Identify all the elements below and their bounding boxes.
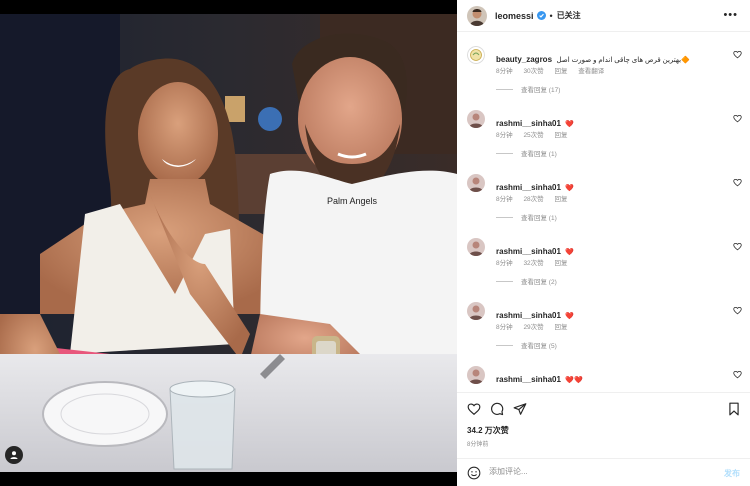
avatar[interactable]	[467, 5, 487, 26]
comment-avatar[interactable]	[467, 174, 485, 192]
comment-username[interactable]: rashmi__sinha01	[496, 375, 561, 384]
comment-time: 8分钟	[496, 324, 513, 331]
reply-line-divider	[496, 152, 513, 154]
add-comment-bar: 发布	[457, 458, 750, 486]
user-icon	[10, 451, 18, 459]
view-replies[interactable]: 查看回复 (1)	[496, 148, 557, 158]
comment-avatar[interactable]	[467, 46, 485, 64]
view-replies-label[interactable]: 查看回复 (1)	[521, 148, 557, 158]
reply-button[interactable]: 回复	[554, 132, 567, 139]
likes-count[interactable]: 34.2 万次赞	[467, 425, 509, 436]
reply-line-divider	[496, 88, 513, 90]
post-comment-button[interactable]: 发布	[724, 468, 740, 479]
view-replies[interactable]: 查看回复 (1)	[496, 212, 557, 222]
comment-text: ❤️	[565, 121, 575, 128]
comment-meta: 8分钟 25次赞 回复	[496, 129, 576, 139]
emoji-icon[interactable]	[467, 466, 481, 480]
comment-time: 8分钟	[496, 68, 513, 75]
post-photo[interactable]: Palm Angels	[0, 14, 457, 472]
comment-meta: 8分钟 32次赞 回复	[496, 257, 576, 267]
comment-time: 8分钟	[496, 260, 513, 267]
post-time[interactable]: 8分钟前	[467, 439, 488, 448]
comment-time: 8分钟	[496, 196, 513, 203]
view-replies-label[interactable]: 查看回复 (2)	[521, 276, 557, 286]
comment-likes[interactable]: 32次赞	[523, 260, 543, 267]
instagram-post-modal: Palm Angels leomessi • 已关注 ••• beauty_za…	[0, 0, 750, 486]
heart-outline-icon[interactable]	[733, 178, 742, 187]
post-image: Palm Angels	[0, 14, 457, 472]
comment-avatar[interactable]	[467, 238, 485, 256]
view-replies-label[interactable]: 查看回复 (5)	[521, 340, 557, 350]
comment-likes[interactable]: 25次赞	[523, 132, 543, 139]
comment-likes[interactable]: 30次赞	[523, 68, 543, 75]
follow-button[interactable]: 已关注	[557, 10, 581, 21]
comment-likes[interactable]: 28次赞	[523, 196, 543, 203]
reply-line-divider	[496, 280, 513, 282]
reply-line-divider	[496, 344, 513, 346]
reply-button[interactable]: 回复	[554, 196, 567, 203]
more-options-icon[interactable]: •••	[723, 9, 738, 21]
comment-avatar[interactable]	[467, 302, 485, 320]
translate-button[interactable]: 查看翻译	[578, 68, 604, 75]
post-header: leomessi • 已关注 •••	[457, 0, 750, 32]
comment-text: ❤️	[565, 185, 575, 192]
comment-username[interactable]: rashmi__sinha01	[496, 311, 561, 320]
share-paper-plane-icon[interactable]	[513, 402, 527, 416]
reply-button[interactable]: 回复	[554, 68, 567, 75]
heart-outline-icon[interactable]	[733, 114, 742, 123]
heart-outline-icon[interactable]	[733, 370, 742, 379]
comment-meta: 8分钟 29次赞 回复	[496, 321, 576, 331]
view-replies-label[interactable]: 查看回复 (17)	[521, 84, 560, 94]
comments-list[interactable]: beauty_zagros بهترین قرص های چاقی اندام …	[457, 32, 750, 390]
comment-meta: 8分钟 30次赞 回复 查看翻译	[496, 65, 613, 75]
comment-text: ❤️	[565, 249, 575, 256]
bookmark-icon[interactable]	[727, 402, 741, 416]
view-replies-label[interactable]: 查看回复 (1)	[521, 212, 557, 222]
view-replies[interactable]: 查看回复 (5)	[496, 340, 557, 350]
post-side-panel: leomessi • 已关注 ••• beauty_zagros بهترین …	[457, 0, 750, 486]
comment-text: ❤️❤️	[565, 377, 583, 384]
comment-time: 8分钟	[496, 132, 513, 139]
comment-username[interactable]: beauty_zagros	[496, 55, 552, 64]
reply-button[interactable]: 回复	[554, 324, 567, 331]
comment-avatar[interactable]	[467, 366, 485, 384]
separator-dot: •	[549, 10, 553, 21]
verified-icon	[536, 11, 546, 20]
shirt-text: Palm Angels	[327, 196, 378, 206]
tagged-users-button[interactable]	[5, 446, 23, 464]
reply-button[interactable]: 回复	[554, 260, 567, 267]
heart-outline-icon[interactable]	[733, 242, 742, 251]
comment-bubble-icon[interactable]	[490, 402, 504, 416]
comment-text: بهترین قرص های چاقی اندام و صورت اصل🔶	[556, 57, 690, 64]
comment-username[interactable]: rashmi__sinha01	[496, 183, 561, 192]
post-actions	[457, 392, 750, 422]
reply-line-divider	[496, 216, 513, 218]
comment-input[interactable]	[489, 467, 689, 476]
heart-outline-icon[interactable]	[733, 50, 742, 59]
view-replies[interactable]: 查看回复 (17)	[496, 84, 560, 94]
comment-username[interactable]: rashmi__sinha01	[496, 247, 561, 256]
view-replies[interactable]: 查看回复 (2)	[496, 276, 557, 286]
comment-text: ❤️	[565, 313, 575, 320]
like-heart-icon[interactable]	[467, 402, 481, 416]
comment-likes[interactable]: 29次赞	[523, 324, 543, 331]
heart-outline-icon[interactable]	[733, 306, 742, 315]
comment-avatar[interactable]	[467, 110, 485, 128]
comment-meta: 8分钟 28次赞 回复	[496, 193, 576, 203]
avatar-image	[467, 5, 487, 26]
comment-username[interactable]: rashmi__sinha01	[496, 119, 561, 128]
post-author-username[interactable]: leomessi	[495, 11, 534, 21]
